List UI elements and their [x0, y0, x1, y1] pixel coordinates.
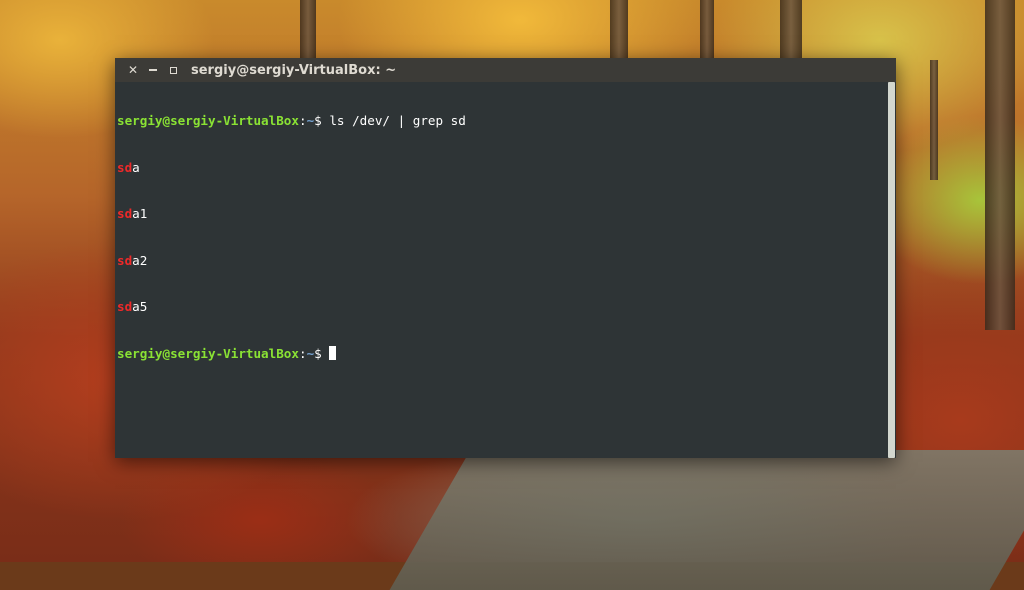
- tree-trunk: [985, 0, 1015, 330]
- tree-trunk: [780, 0, 802, 60]
- prompt-separator: :: [298, 113, 307, 128]
- prompt-symbol: $: [314, 345, 330, 361]
- forest-path: [389, 450, 1024, 590]
- prompt-separator: :: [298, 345, 307, 361]
- terminal-window[interactable]: ✕ sergiy@sergiy-VirtualBox: ~ sergiy@ser…: [115, 58, 896, 458]
- close-icon[interactable]: ✕: [123, 60, 143, 80]
- grep-match: sd: [117, 206, 133, 221]
- output-line: sda: [117, 160, 885, 176]
- grep-match: sd: [117, 252, 133, 268]
- command-line: sergiy@sergiy-VirtualBox:~$ ls /dev/ | g…: [117, 113, 885, 129]
- grep-match: sd: [117, 299, 133, 314]
- minimize-icon[interactable]: [143, 60, 163, 80]
- prompt-line[interactable]: sergiy@sergiy-VirtualBox:~$: [117, 345, 885, 362]
- window-title: sergiy@sergiy-VirtualBox: ~: [191, 62, 397, 78]
- window-titlebar[interactable]: ✕ sergiy@sergiy-VirtualBox: ~: [115, 58, 896, 82]
- output-line: sda5: [117, 299, 885, 315]
- terminal-output[interactable]: sergiy@sergiy-VirtualBox:~$ ls /dev/ | g…: [115, 82, 887, 458]
- vertical-scrollbar[interactable]: [887, 82, 896, 458]
- text-cursor: [329, 345, 337, 360]
- tree-trunk: [610, 0, 628, 60]
- output-rest: a2: [132, 252, 148, 268]
- grep-match: sd: [117, 159, 133, 175]
- maximize-icon[interactable]: [163, 60, 183, 80]
- prompt-symbol: $: [314, 113, 330, 128]
- tree-trunk: [930, 60, 938, 180]
- output-line: sda1: [117, 206, 885, 222]
- tree-trunk: [700, 0, 714, 60]
- prompt-user-host: sergiy@sergiy-VirtualBox: [117, 113, 299, 128]
- output-rest: a5: [132, 299, 148, 314]
- command-text: ls /dev/ | grep sd: [329, 113, 466, 128]
- output-rest: a1: [132, 206, 148, 221]
- scrollbar-thumb[interactable]: [888, 82, 895, 458]
- prompt-user-host: sergiy@sergiy-VirtualBox: [117, 345, 299, 361]
- tree-trunk: [300, 0, 316, 60]
- output-rest: a: [132, 159, 140, 175]
- output-line: sda2: [117, 253, 885, 269]
